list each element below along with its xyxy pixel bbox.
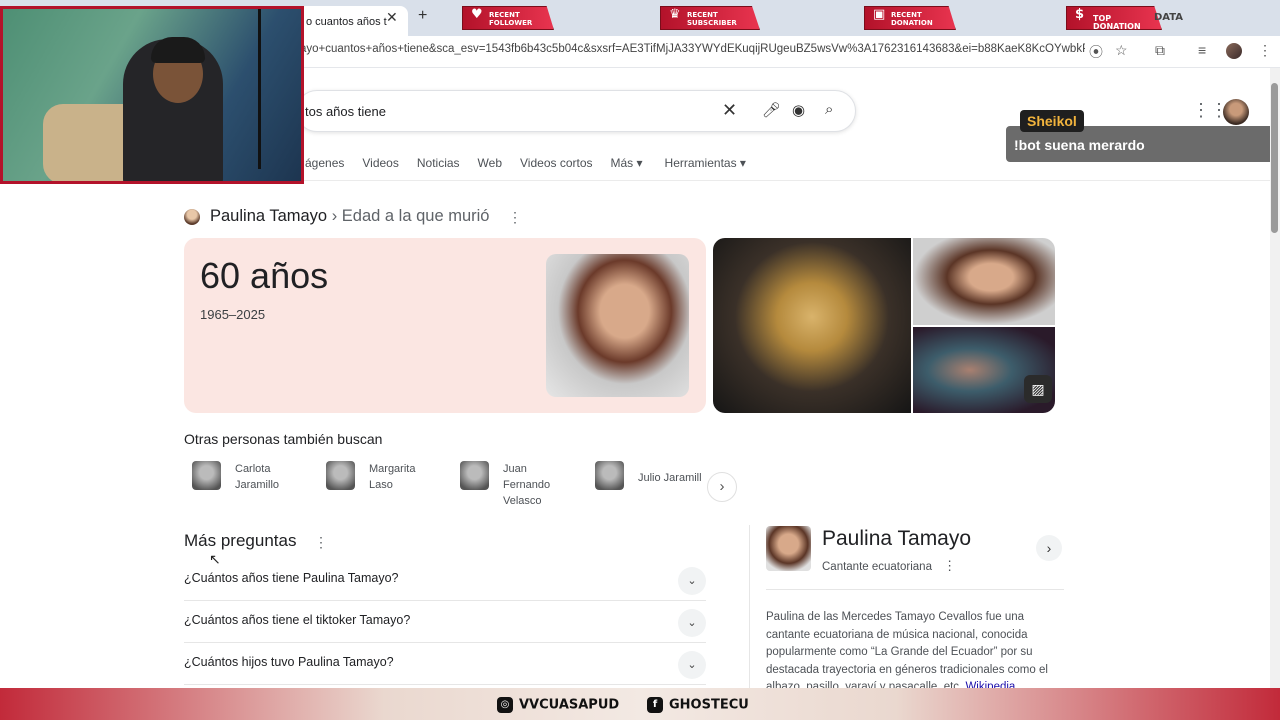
facebook-handle: f GHOSTECU (647, 697, 749, 713)
instagram-handle: ◎ VVCUASAPUD (497, 697, 619, 713)
person-name: Carlota Jaramillo (235, 463, 280, 491)
person-name: Juan Fernando Velasco (503, 463, 551, 507)
entity-link[interactable]: Paulina Tamayo (210, 207, 327, 225)
heart-icon: ♥ (471, 7, 483, 22)
questions-title: Más preguntas (184, 531, 297, 550)
life-years: 1965–2025 (200, 307, 266, 322)
divider (749, 525, 750, 695)
mic-cable (258, 9, 261, 169)
more-options-icon[interactable]: ⋮ (314, 534, 328, 551)
search-input[interactable]: tos años tiene (305, 104, 386, 119)
data-label: DATA (1154, 12, 1184, 23)
more-options-icon[interactable]: ⋮ (508, 209, 522, 226)
entity-description: Paulina de las Mercedes Tamayo Cevallos … (766, 609, 1056, 697)
lens-icon[interactable]: ◉ (792, 101, 805, 119)
webcam-overlay (0, 6, 304, 184)
image-result-2[interactable] (913, 238, 1055, 325)
social-bar (0, 688, 1280, 720)
new-tab-button[interactable]: + (418, 7, 427, 25)
question-text: ¿Cuántos hijos tuvo Paulina Tamayo? (184, 655, 394, 669)
entity-name: Paulina Tamayo (822, 527, 972, 550)
alert-line1: TOP DONATION (1093, 14, 1141, 31)
menu-icon[interactable]: ⋮ (1258, 42, 1272, 59)
person-name: Margarita Laso (369, 463, 416, 491)
money-bag-icon: $ (1075, 7, 1085, 22)
tab-short-videos[interactable]: Videos cortos (520, 156, 593, 170)
related-person[interactable]: Julio Jaramill (595, 461, 707, 490)
location-icon[interactable]: ⦿ (1089, 42, 1103, 62)
alert-line1: RECENT (891, 11, 922, 19)
search-tabs: ágenes Videos Noticias Web Videos cortos… (305, 156, 746, 170)
media-icon[interactable]: ≡ (1198, 42, 1206, 58)
question-item[interactable]: ¿Cuántos hijos tuvo Paulina Tamayo? ⌄ (184, 643, 706, 685)
tab-tools[interactable]: Herramientas ▾ (665, 156, 746, 170)
alert-line2: SUBSCRIBER (687, 19, 737, 27)
question-item[interactable]: ¿Cuántos años tiene Paulina Tamayo? ⌄ (184, 559, 706, 601)
tab-web[interactable]: Web (478, 156, 502, 170)
tab-images[interactable]: ágenes (305, 156, 344, 170)
chevron-down-icon[interactable]: ⌄ (678, 609, 706, 637)
chevron-right-button[interactable]: › (1036, 535, 1062, 561)
top-donation-alert: $ TOP DONATION (1066, 6, 1162, 30)
next-arrow-button[interactable]: › (707, 472, 737, 502)
mouse-cursor-icon: ↖ (209, 551, 221, 567)
chest-icon: ▣ (873, 7, 886, 22)
tab-more[interactable]: Más ▾ (611, 156, 643, 170)
divider (766, 589, 1064, 590)
person-name: Julio Jaramill (638, 472, 702, 484)
recent-donation-alert: ▣ RECENT DONATION (864, 6, 956, 30)
recent-subscriber-alert: ♛ RECENT SUBSCRIBER (660, 6, 760, 30)
extension-icon[interactable]: ⧉ (1155, 42, 1165, 59)
tab-videos[interactable]: Videos (362, 156, 398, 170)
url-field[interactable]: ayo+cuantos+años+tiene&sca_esv=1543fb6b4… (300, 43, 1085, 55)
facebook-icon: f (647, 697, 663, 713)
entity-photo[interactable] (766, 526, 811, 571)
star-icon[interactable]: ☆ (1115, 42, 1128, 59)
person-photo (595, 461, 624, 490)
age-value: 60 años (200, 255, 329, 296)
person-photo (460, 461, 489, 490)
question-text: ¿Cuántos años tiene Paulina Tamayo? (184, 571, 399, 585)
instagram-text: VVCUASAPUD (519, 697, 620, 713)
related-person[interactable]: Margarita Laso (326, 461, 423, 493)
scrollbar-thumb[interactable] (1271, 83, 1278, 233)
facebook-text: GHOSTECU (669, 697, 749, 713)
breadcrumb: Paulina Tamayo › Edad a la que murió (210, 207, 489, 226)
related-person[interactable]: Juan Fernando Velasco (460, 461, 557, 509)
clear-icon[interactable]: ✕ (722, 100, 737, 121)
question-text: ¿Cuántos años tiene el tiktoker Tamayo? (184, 613, 411, 627)
chevron-down-icon[interactable]: ⌄ (678, 567, 706, 595)
recent-follower-alert: ♥ RECENT FOLLOWER (462, 6, 554, 30)
close-tab-icon[interactable]: ✕ (386, 9, 398, 26)
entity-thumbnail[interactable] (184, 209, 200, 225)
microphone-icon[interactable]: 🎤︎ (762, 101, 781, 119)
alert-line2: FOLLOWER (489, 19, 533, 27)
more-options-icon[interactable]: ⋮ (943, 558, 956, 573)
alert-line1: RECENT (687, 11, 718, 19)
image-result-1[interactable] (713, 238, 911, 413)
question-item[interactable]: ¿Cuántos años tiene el tiktoker Tamayo? … (184, 601, 706, 643)
account-avatar[interactable] (1223, 99, 1249, 125)
portrait-image[interactable] (546, 254, 689, 397)
image-gallery-icon[interactable]: ▨ (1024, 375, 1052, 403)
alert-line2: DONATION (891, 19, 933, 27)
person-photo (192, 461, 221, 490)
instagram-icon: ◎ (497, 697, 513, 713)
chat-username: Sheikol (1020, 110, 1084, 132)
entity-subtitle: Cantante ecuatoriana ⋮ (822, 558, 956, 574)
alert-line1: RECENT (489, 11, 520, 19)
tab-news[interactable]: Noticias (417, 156, 460, 170)
tab-title: o cuantos años t (306, 16, 387, 28)
related-person[interactable]: Carlota Jaramillo (192, 461, 289, 493)
search-icon[interactable]: ⌕ (825, 101, 833, 118)
entity-subtitle-text: Cantante ecuatoriana (822, 561, 932, 573)
chevron-down-icon[interactable]: ⌄ (678, 651, 706, 679)
person-photo (326, 461, 355, 490)
breadcrumb-separator: › (331, 207, 338, 225)
trophy-icon: ♛ (669, 7, 681, 22)
attribute-label: Edad a la que murió (341, 207, 490, 225)
profile-icon[interactable] (1226, 43, 1242, 59)
related-title: Otras personas también buscan (184, 431, 383, 447)
streamer-cap (151, 37, 205, 63)
